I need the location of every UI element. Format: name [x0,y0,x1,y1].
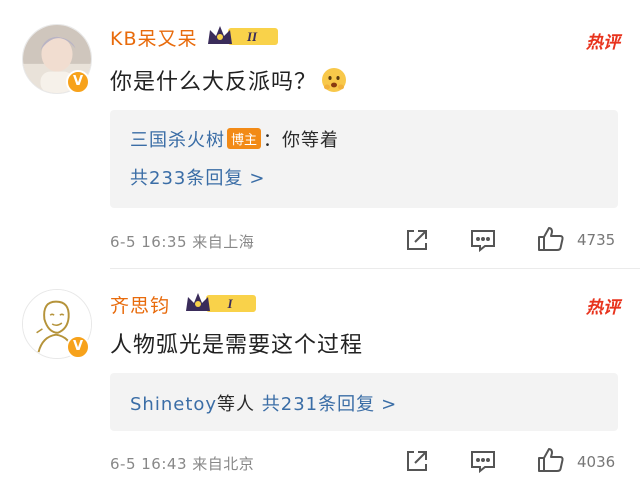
reply-preview-box[interactable]: Shinetoy等人 共231条回复 > [110,373,618,431]
host-badge: 博主 [227,128,262,149]
reply-total-count: 共231条回复 [261,394,376,415]
hot-comment-tag: 热评 [586,33,620,53]
level-badge-text: II [246,29,258,44]
share-icon[interactable] [402,446,432,476]
share-icon[interactable] [402,225,432,255]
view-all-replies-link[interactable]: 共233条回复 > [130,164,265,190]
reply-separator: ： [263,130,283,151]
comment-item: V KB呆又呆 II 热评 你是什么大反派吗？ 三国杀火树 博主 ：你等着 共233… [0,0,640,269]
reply-author-link[interactable]: Shinetoy [130,394,217,415]
level-badge-text: I [226,296,233,311]
verified-v-icon: V [66,335,90,359]
reply-total-count: 共233条回复 [130,168,244,189]
verified-v-icon: V [66,70,90,94]
like-count: 4036 [577,453,616,471]
shocked-face-emoji-icon [322,68,347,92]
reply-preview-box[interactable]: 三国杀火树 博主 ：你等着 共233条回复 > [110,110,618,208]
comment-text: 人物弧光是需要这个过程 [110,333,364,358]
like-icon[interactable] [536,445,566,475]
comment-meta: 6-5 16:35 来自上海 [110,233,255,251]
comment-icon[interactable] [468,446,498,476]
reply-author-suffix: 等人 [217,394,256,415]
hot-comment-tag: 热评 [586,298,620,318]
crown-badge-icon[interactable]: I [184,291,258,315]
like-icon[interactable] [536,224,566,254]
username[interactable]: KB呆又呆 [110,24,198,51]
comment-item: V 齐思钧 I 热评 人物弧光是需要这个过程 Shinetoy等人 共231条回… [0,269,640,494]
comment-icon[interactable] [468,225,498,255]
reply-author-link[interactable]: 三国杀火树 [130,130,225,151]
view-all-replies-link[interactable]: Shinetoy等人 共231条回复 > [130,390,397,416]
crown-badge-icon[interactable]: II [206,24,280,48]
comment-meta: 6-5 16:43 来自北京 [110,455,255,473]
reply-preview-line: 三国杀火树 博主 ：你等着 [130,126,339,152]
comment-text-content: 你是什么大反派吗？ [110,70,318,95]
chevron-right-icon: > [381,394,398,415]
comment-text: 你是什么大反派吗？ [110,64,347,96]
reply-text: 你等着 [282,130,340,151]
like-count: 4735 [577,231,616,249]
username[interactable]: 齐思钧 [110,291,170,318]
chevron-right-icon: > [249,168,266,189]
